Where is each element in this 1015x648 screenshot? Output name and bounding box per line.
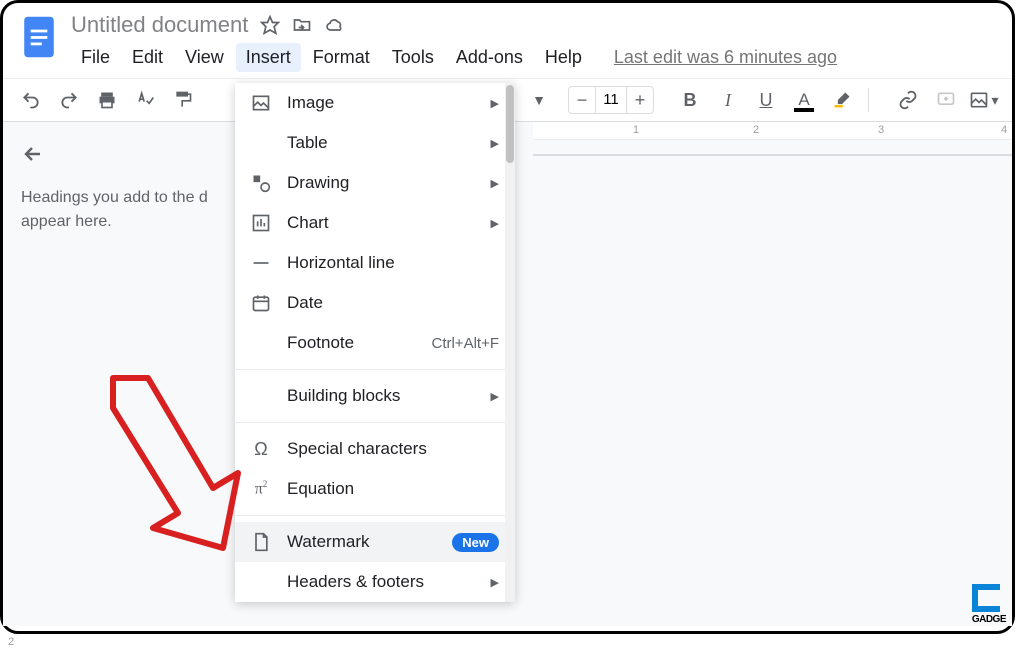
menu-item-table[interactable]: Table ▶: [235, 123, 515, 163]
undo-button[interactable]: [15, 84, 47, 116]
insert-image-button[interactable]: ▾: [968, 84, 1000, 116]
menu-item-image[interactable]: Image ▶: [235, 83, 515, 123]
menu-item-building-blocks[interactable]: Building blocks ▶: [235, 376, 515, 416]
font-size-control: − 11 +: [568, 86, 654, 114]
italic-button[interactable]: I: [712, 84, 744, 116]
menu-format[interactable]: Format: [303, 43, 380, 72]
font-size-decrease[interactable]: −: [569, 87, 595, 113]
outline-panel: Headings you add to the d appear here.: [3, 122, 233, 626]
document-title[interactable]: Untitled document: [71, 12, 248, 38]
text-color-button[interactable]: A: [788, 84, 820, 116]
menu-item-drawing[interactable]: Drawing ▶: [235, 163, 515, 203]
menu-item-equation[interactable]: π2 Equation: [235, 469, 515, 509]
menu-item-headers-footers[interactable]: Headers & footers ▶: [235, 562, 515, 602]
submenu-arrow-icon: ▶: [491, 97, 499, 110]
menu-insert[interactable]: Insert: [236, 43, 301, 72]
print-button[interactable]: [91, 84, 123, 116]
cloud-status-icon[interactable]: [324, 15, 346, 35]
submenu-arrow-icon: ▶: [491, 177, 499, 190]
menu-tools[interactable]: Tools: [382, 43, 444, 72]
menu-item-special-characters[interactable]: Ω Special characters: [235, 429, 515, 469]
menu-item-watermark[interactable]: Watermark New: [235, 522, 515, 562]
font-size-value[interactable]: 11: [595, 87, 627, 113]
star-icon[interactable]: [260, 15, 280, 35]
spellcheck-button[interactable]: [129, 84, 161, 116]
omega-icon: Ω: [249, 437, 273, 461]
menubar: File Edit View Insert Format Tools Add-o…: [71, 43, 996, 72]
menu-item-date[interactable]: Date: [235, 283, 515, 323]
menu-view[interactable]: View: [175, 43, 234, 72]
scrollbar-thumb[interactable]: [506, 85, 514, 163]
font-size-increase[interactable]: +: [627, 87, 653, 113]
equation-icon: π2: [249, 477, 273, 501]
highlight-button[interactable]: [826, 84, 858, 116]
insert-link-button[interactable]: [892, 84, 924, 116]
move-icon[interactable]: [292, 15, 312, 35]
submenu-arrow-icon: ▶: [491, 390, 499, 403]
menu-edit[interactable]: Edit: [122, 43, 173, 72]
submenu-arrow-icon: ▶: [491, 217, 499, 230]
menu-divider: [235, 422, 515, 423]
menu-help[interactable]: Help: [535, 43, 592, 72]
menu-item-footnote[interactable]: Footnote Ctrl+Alt+F: [235, 323, 515, 363]
submenu-arrow-icon: ▶: [491, 576, 499, 589]
brand-watermark: GADGE: [972, 584, 1006, 625]
menu-file[interactable]: File: [71, 43, 120, 72]
new-badge: New: [452, 533, 499, 552]
menu-item-chart[interactable]: Chart ▶: [235, 203, 515, 243]
chart-icon: [249, 211, 273, 235]
last-edit-link[interactable]: Last edit was 6 minutes ago: [614, 43, 837, 72]
menu-divider: [235, 515, 515, 516]
menu-addons[interactable]: Add-ons: [446, 43, 533, 72]
styles-dropdown-caret-icon[interactable]: ▼: [532, 92, 546, 108]
add-comment-button[interactable]: [930, 84, 962, 116]
outline-placeholder: Headings you add to the d appear here.: [21, 186, 215, 234]
paint-format-button[interactable]: [167, 84, 199, 116]
outline-back-arrow-icon[interactable]: [21, 142, 45, 166]
horizontal-ruler: 1 2 3 4: [533, 122, 1012, 140]
hline-icon: [249, 251, 273, 275]
bold-button[interactable]: B: [674, 84, 706, 116]
drawing-icon: [249, 171, 273, 195]
menu-divider: [235, 369, 515, 370]
dropdown-scrollbar[interactable]: [505, 83, 515, 602]
underline-button[interactable]: U: [750, 84, 782, 116]
date-icon: [249, 291, 273, 315]
redo-button[interactable]: [53, 84, 85, 116]
submenu-arrow-icon: ▶: [491, 137, 499, 150]
document-page[interactable]: [533, 154, 1012, 156]
menu-item-horizontal-line[interactable]: Horizontal line: [235, 243, 515, 283]
shortcut-label: Ctrl+Alt+F: [431, 335, 499, 352]
image-icon: [249, 91, 273, 115]
insert-menu-dropdown: Image ▶ Table ▶ Drawing ▶ Chart ▶ Horizo…: [235, 83, 515, 602]
watermark-icon: [249, 530, 273, 554]
docs-logo[interactable]: [19, 11, 59, 63]
